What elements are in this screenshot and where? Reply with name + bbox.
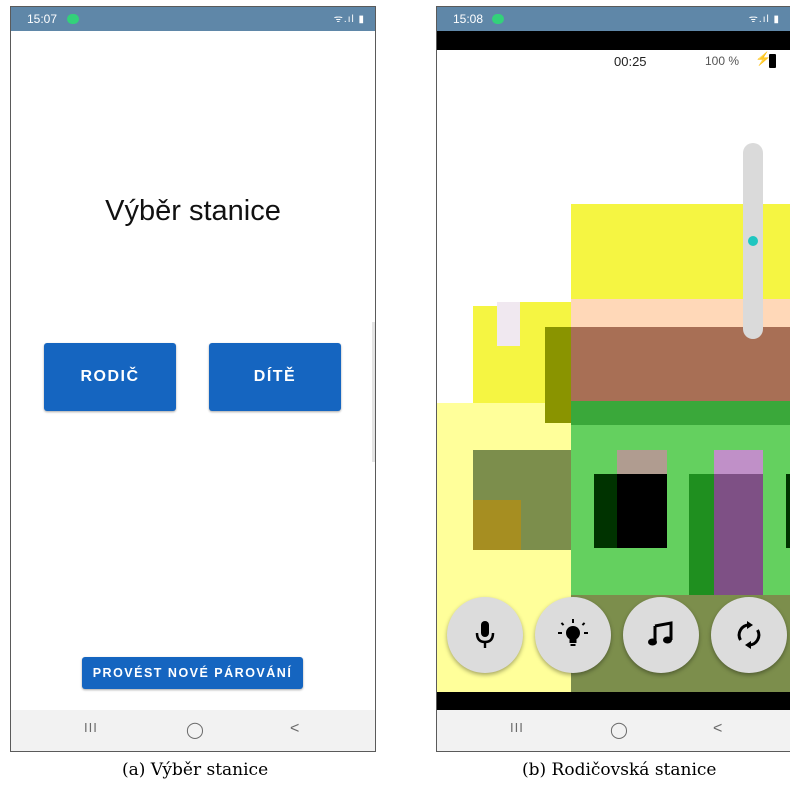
navigation-bar: III ◯ < [11,710,375,751]
lightbulb-icon [558,619,588,646]
status-bar: 15:08 ᯤ.ıl ▮ [437,7,790,31]
status-time: 15:07 [27,12,58,26]
recent-apps-button[interactable]: III [84,720,98,735]
navigation-bar: III ◯ < [437,710,790,751]
right-phone-screen: 15:08 ᯤ.ıl ▮ 00:25 100 % ⚡ III ◯ < [436,6,790,752]
video-bottom-letterbox [437,692,790,712]
home-button[interactable]: ◯ [186,720,204,740]
battery-icon [769,54,776,68]
status-time: 15:08 [453,12,484,26]
refresh-icon [737,621,761,649]
caption-left: (a) Výběr stanice [122,760,269,780]
pair-button[interactable]: PROVÉST NOVÉ PÁROVÁNÍ [82,657,303,689]
elapsed-time: 00:25 [614,54,647,69]
camera-video-feed [437,50,790,692]
switch-camera-button[interactable] [711,597,787,673]
microphone-icon [475,621,495,648]
light-button[interactable] [535,597,611,673]
back-button[interactable]: < [290,720,299,738]
home-button[interactable]: ◯ [610,720,628,740]
child-button[interactable]: DÍTĚ [209,343,341,411]
notification-icon [67,14,79,24]
page-title: Výběr stanice [105,195,281,227]
volume-slider[interactable] [743,143,763,339]
battery-percent: 100 % [705,54,740,68]
scroll-edge [372,322,375,462]
music-button[interactable] [623,597,699,673]
back-button[interactable]: < [713,720,722,738]
signal-battery-icons: ᯤ.ıl ▮ [748,14,780,25]
volume-slider-thumb[interactable] [748,236,758,246]
recent-apps-button[interactable]: III [510,720,524,735]
video-top-letterbox [437,31,790,50]
microphone-button[interactable] [447,597,523,673]
caption-right: (b) Rodičovská stanice [522,760,717,780]
left-phone-screen: 15:07 ᯤ.ıl ▮ Výběr stanice RODIČ DÍTĚ PR… [10,6,376,752]
signal-battery-icons: ᯤ.ıl ▮ [333,14,365,25]
notification-icon [492,14,504,24]
status-bar: 15:07 ᯤ.ıl ▮ [11,7,375,31]
music-note-icon [648,621,673,646]
parent-button[interactable]: RODIČ [44,343,176,411]
